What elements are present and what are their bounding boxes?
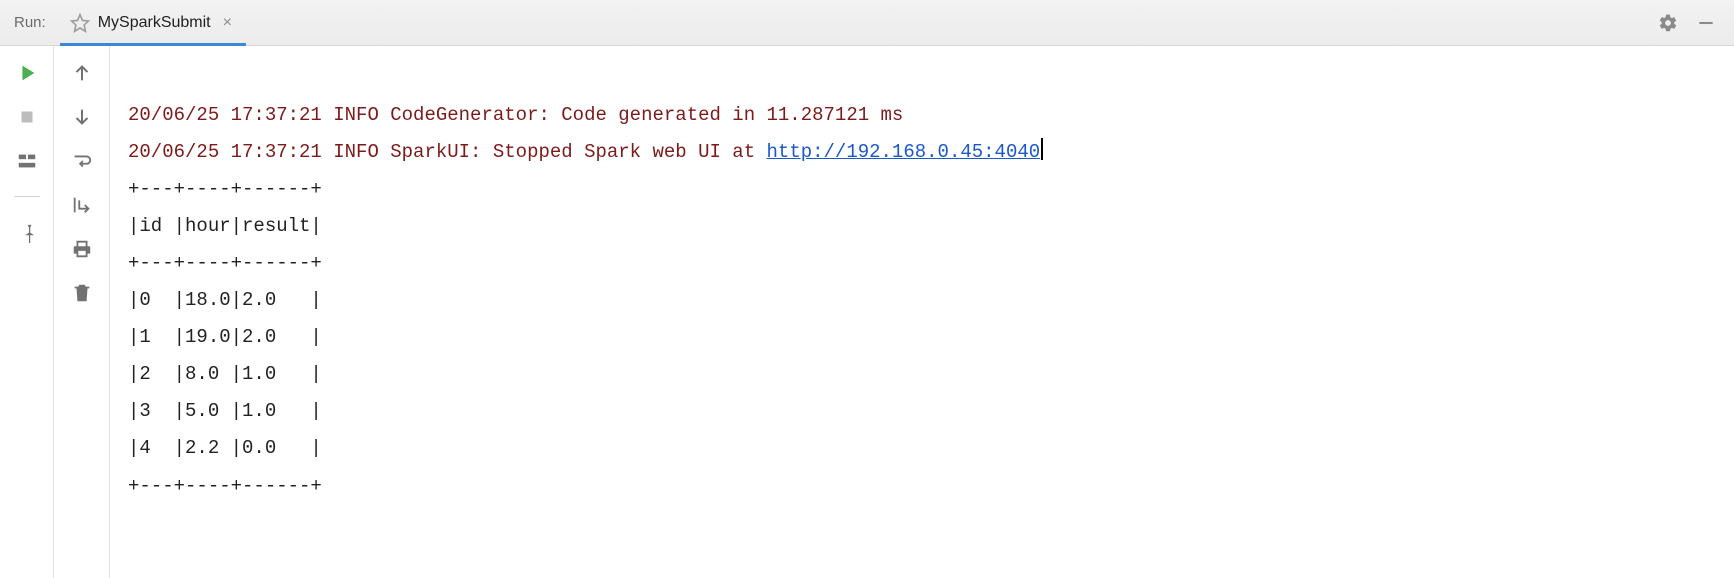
close-icon[interactable]: × (223, 14, 232, 32)
arrow-down-icon[interactable] (71, 106, 93, 128)
log-line: 20/06/25 17:37:21 INFO CodeGenerator: Co… (128, 104, 903, 126)
layout-icon[interactable] (16, 150, 38, 172)
run-panel-label: Run: (0, 0, 60, 45)
run-panel-body: 20/06/25 17:37:21 INFO CodeGenerator: Co… (0, 46, 1734, 578)
pin-icon[interactable] (16, 221, 38, 243)
run-tool-header: Run: MySparkSubmit × (0, 0, 1734, 46)
print-icon[interactable] (71, 238, 93, 260)
run-action-column (0, 46, 54, 578)
console-action-column (54, 46, 110, 578)
stop-icon[interactable] (16, 106, 38, 128)
table-row: |0 |18.0|2.0 | (128, 289, 322, 311)
arrow-up-icon[interactable] (71, 62, 93, 84)
star-icon (70, 13, 90, 33)
minimize-icon[interactable] (1696, 13, 1716, 33)
table-row: |2 |8.0 |1.0 | (128, 363, 322, 385)
scroll-to-end-icon[interactable] (71, 194, 93, 216)
run-config-tab[interactable]: MySparkSubmit × (60, 0, 246, 45)
tab-active-indicator (60, 43, 246, 46)
table-border: +---+----+------+ (128, 475, 322, 497)
tab-title: MySparkSubmit (98, 14, 211, 32)
toolbar-divider (14, 196, 40, 197)
soft-wrap-icon[interactable] (71, 150, 93, 172)
spark-ui-link[interactable]: http://192.168.0.45:4040 (767, 141, 1041, 163)
table-border: +---+----+------+ (128, 178, 322, 200)
table-row: |1 |19.0|2.0 | (128, 326, 322, 348)
table-row: |3 |5.0 |1.0 | (128, 400, 322, 422)
table-header: |id |hour|result| (128, 215, 322, 237)
table-row: |4 |2.2 |0.0 | (128, 437, 322, 459)
header-actions (1658, 0, 1734, 45)
table-border: +---+----+------+ (128, 252, 322, 274)
text-cursor (1041, 138, 1043, 160)
console-output[interactable]: 20/06/25 17:37:21 INFO CodeGenerator: Co… (110, 46, 1734, 578)
trash-icon[interactable] (71, 282, 93, 304)
log-line: 20/06/25 17:37:21 INFO SparkUI: Stopped … (128, 141, 767, 163)
run-icon[interactable] (16, 62, 38, 84)
gear-icon[interactable] (1658, 13, 1678, 33)
